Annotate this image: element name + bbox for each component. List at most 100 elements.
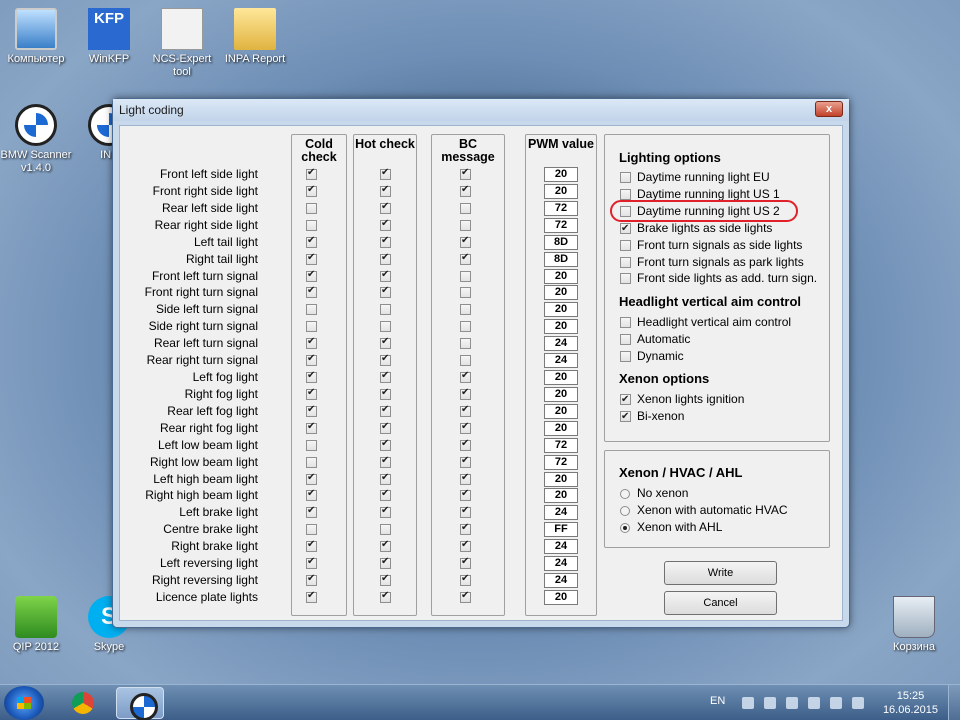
cold-check-checkbox[interactable] <box>306 167 317 180</box>
winkfp-desktop-icon[interactable]: KFP WinKFP <box>70 8 148 66</box>
hot-check-checkbox[interactable] <box>380 336 391 350</box>
cold-check-checkbox[interactable] <box>306 505 317 519</box>
pwm-value-field[interactable]: FF <box>544 522 578 538</box>
pwm-value-field[interactable]: 20 <box>544 403 578 419</box>
hot-check-checkbox[interactable] <box>380 304 391 316</box>
computer-desktop-icon[interactable]: Компьютер <box>0 8 75 66</box>
bc-check-checkbox[interactable] <box>460 235 471 248</box>
hot-check-checkbox[interactable] <box>380 488 391 502</box>
tray-app-icon[interactable] <box>742 697 754 709</box>
checkbox[interactable] <box>620 239 631 251</box>
cold-check-checkbox[interactable] <box>306 252 317 265</box>
hot-check-checkbox[interactable] <box>380 539 391 553</box>
hot-check-checkbox[interactable] <box>380 505 391 519</box>
cold-check-checkbox[interactable] <box>306 539 317 553</box>
tray-monitor-icon[interactable] <box>830 697 842 709</box>
cold-check-checkbox[interactable] <box>306 439 317 451</box>
bc-check-checkbox[interactable] <box>460 355 471 367</box>
pwm-value-field[interactable]: 20 <box>544 319 578 335</box>
pwm-value-field[interactable]: 24 <box>544 353 578 369</box>
hot-check-checkbox[interactable] <box>380 321 391 333</box>
cold-check-checkbox[interactable] <box>306 321 317 333</box>
cold-check-checkbox[interactable] <box>306 524 317 536</box>
bc-check-checkbox[interactable] <box>460 167 471 180</box>
cold-check-checkbox[interactable] <box>306 285 317 299</box>
radio-button[interactable] <box>620 505 630 516</box>
checkbox[interactable] <box>620 317 631 328</box>
checkbox[interactable] <box>620 221 631 236</box>
chrome-taskbar-icon[interactable] <box>60 687 108 719</box>
bc-check-checkbox[interactable] <box>460 556 471 570</box>
pwm-value-field[interactable]: 8D <box>544 251 578 267</box>
pwm-value-field[interactable]: 24 <box>544 539 578 555</box>
pwm-value-field[interactable]: 20 <box>544 590 578 605</box>
pwm-value-field[interactable]: 72 <box>544 454 578 470</box>
bc-check-checkbox[interactable] <box>460 304 471 316</box>
recycle-bin-desktop-icon[interactable]: Корзина <box>875 596 953 654</box>
pwm-value-field[interactable]: 20 <box>544 285 578 301</box>
hot-check-checkbox[interactable] <box>380 353 391 367</box>
checkbox[interactable] <box>620 172 631 183</box>
pwm-value-field[interactable]: 24 <box>544 556 578 572</box>
hot-check-checkbox[interactable] <box>380 421 391 434</box>
hot-check-checkbox[interactable] <box>380 556 391 570</box>
pwm-value-field[interactable]: 8D <box>544 234 578 250</box>
cold-check-checkbox[interactable] <box>306 235 317 248</box>
cold-check-checkbox[interactable] <box>306 488 317 502</box>
pwm-value-field[interactable]: 20 <box>544 386 578 402</box>
cold-check-checkbox[interactable] <box>306 472 317 485</box>
inpa-report-desktop-icon[interactable]: INPA Report <box>216 8 294 66</box>
tray-device-icon[interactable] <box>764 697 776 709</box>
radio-button[interactable] <box>620 489 630 499</box>
checkbox[interactable] <box>620 350 631 362</box>
bc-check-checkbox[interactable] <box>460 219 471 231</box>
hot-check-checkbox[interactable] <box>380 252 391 265</box>
bc-check-checkbox[interactable] <box>460 387 471 400</box>
hot-check-checkbox[interactable] <box>380 524 391 536</box>
bc-check-checkbox[interactable] <box>460 270 471 282</box>
pwm-value-field[interactable]: 24 <box>544 505 578 521</box>
bc-check-checkbox[interactable] <box>460 370 471 384</box>
pwm-value-field[interactable]: 72 <box>544 200 578 216</box>
bc-check-checkbox[interactable] <box>460 488 471 502</box>
cold-check-checkbox[interactable] <box>306 184 317 197</box>
pwm-value-field[interactable]: 20 <box>544 167 578 182</box>
hot-check-checkbox[interactable] <box>380 167 391 180</box>
cold-check-checkbox[interactable] <box>306 556 317 570</box>
bc-check-checkbox[interactable] <box>460 455 471 468</box>
hot-check-checkbox[interactable] <box>380 404 391 417</box>
cold-check-checkbox[interactable] <box>306 304 317 316</box>
bc-check-checkbox[interactable] <box>460 472 471 485</box>
bc-check-checkbox[interactable] <box>460 573 471 587</box>
tray-network-icon[interactable] <box>808 697 820 709</box>
close-button[interactable]: x <box>815 101 843 117</box>
cold-check-checkbox[interactable] <box>306 456 317 468</box>
start-button[interactable] <box>4 686 44 720</box>
hot-check-checkbox[interactable] <box>380 472 391 485</box>
hot-check-checkbox[interactable] <box>380 438 391 451</box>
tray-flag-icon[interactable] <box>786 697 798 709</box>
qip-desktop-icon[interactable]: QIP 2012 <box>0 596 75 654</box>
hot-check-checkbox[interactable] <box>380 184 391 197</box>
bc-check-checkbox[interactable] <box>460 590 471 603</box>
cold-check-checkbox[interactable] <box>306 202 317 214</box>
hot-check-checkbox[interactable] <box>380 235 391 248</box>
radio-button[interactable] <box>620 522 630 533</box>
checkbox[interactable] <box>620 409 631 424</box>
bc-check-checkbox[interactable] <box>460 438 471 451</box>
pwm-value-field[interactable]: 24 <box>544 573 578 589</box>
cold-check-checkbox[interactable] <box>306 590 317 603</box>
hot-check-checkbox[interactable] <box>380 201 391 214</box>
bc-check-checkbox[interactable] <box>460 252 471 265</box>
hot-check-checkbox[interactable] <box>380 455 391 468</box>
bc-check-checkbox[interactable] <box>460 338 471 350</box>
ncs-expert-desktop-icon[interactable]: NCS-Expert tool <box>143 8 221 79</box>
checkbox[interactable] <box>620 273 631 285</box>
bmw-scanner-desktop-icon[interactable]: BMW Scanner v1.4.0 <box>0 104 75 175</box>
cold-check-checkbox[interactable] <box>306 336 317 350</box>
hot-check-checkbox[interactable] <box>380 218 391 231</box>
hot-check-checkbox[interactable] <box>380 573 391 587</box>
bc-check-checkbox[interactable] <box>460 287 471 299</box>
bc-check-checkbox[interactable] <box>460 321 471 333</box>
bc-check-checkbox[interactable] <box>460 522 471 536</box>
